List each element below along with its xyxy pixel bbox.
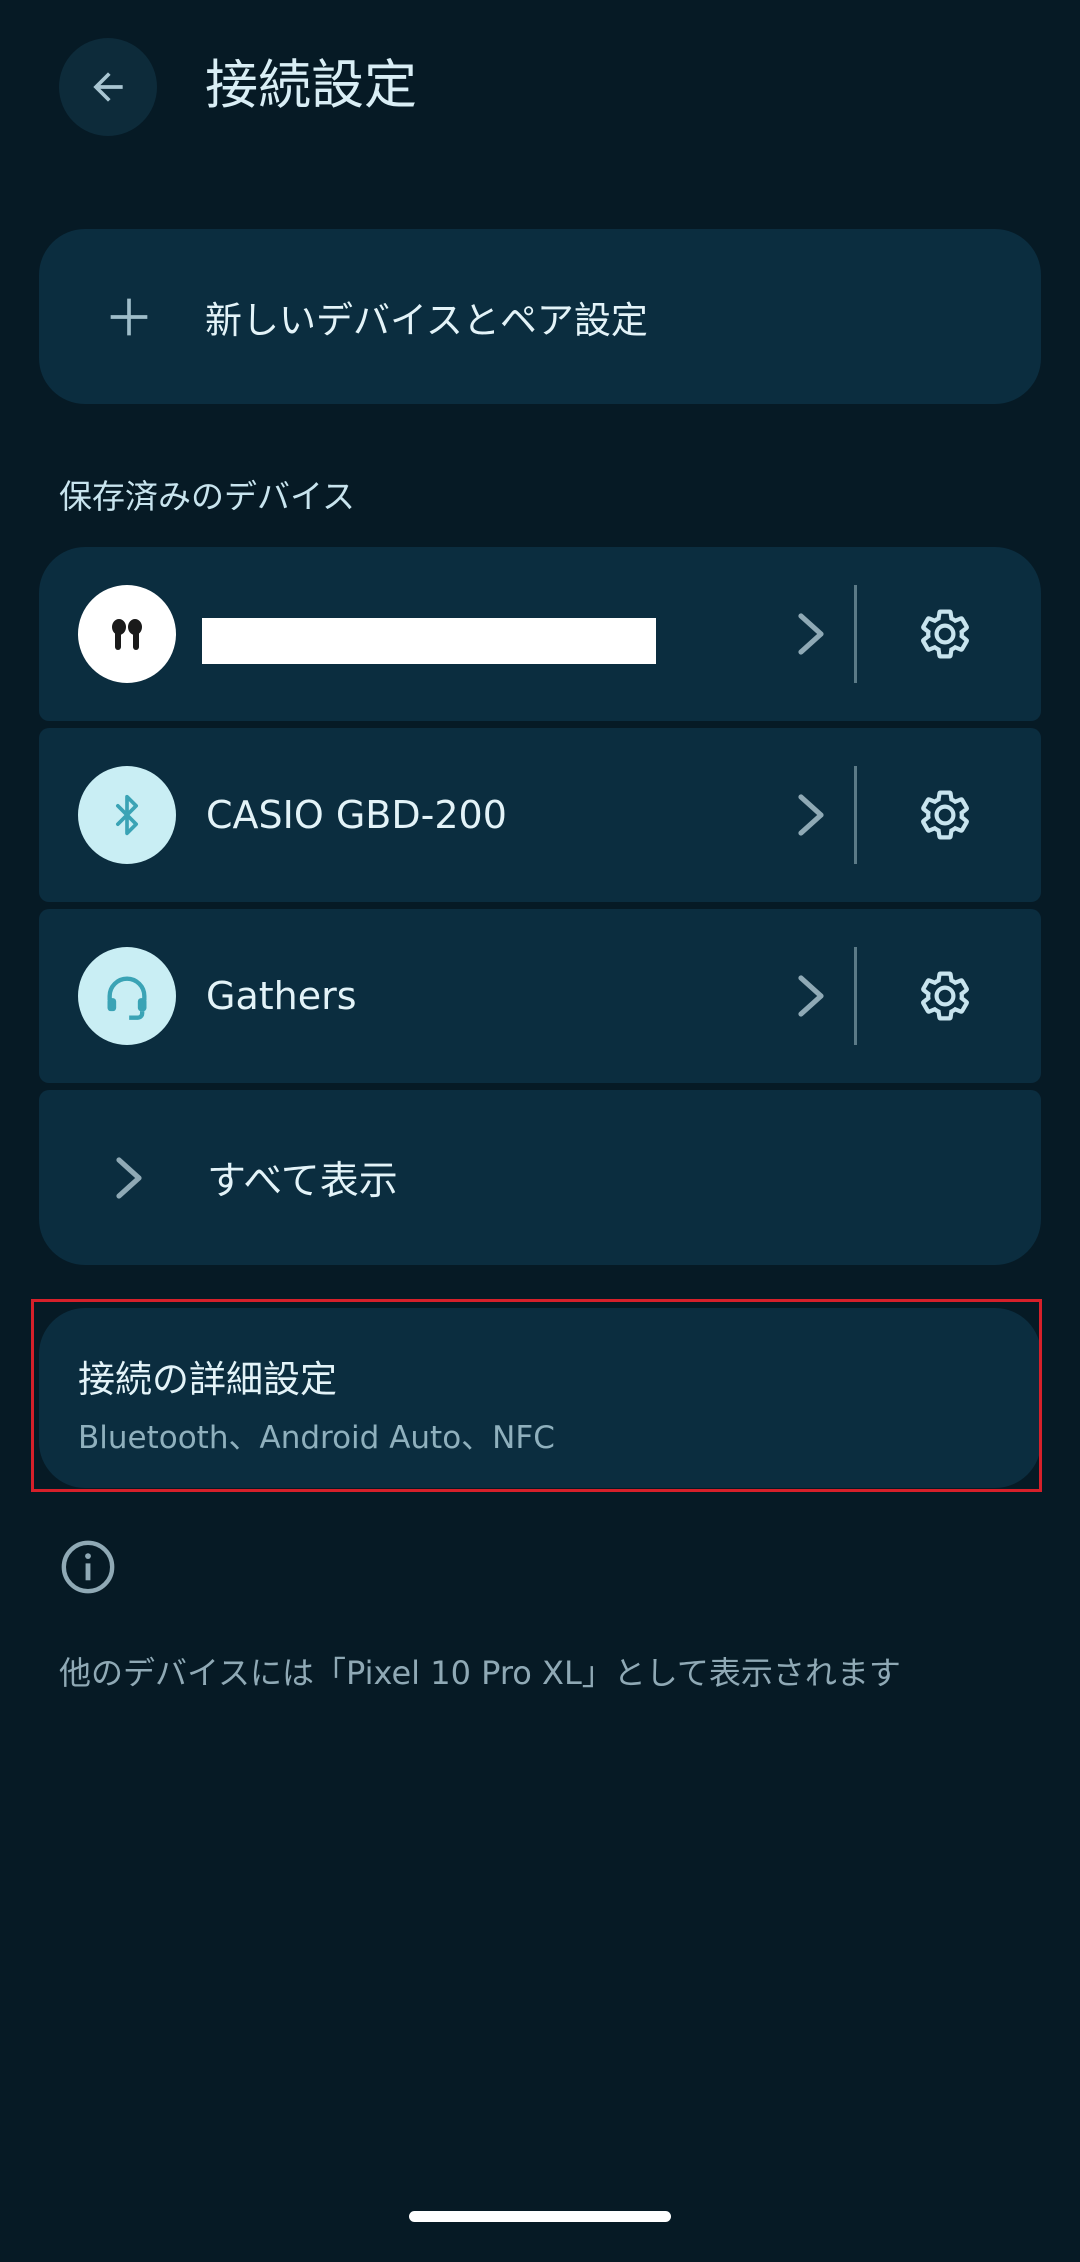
device-avatar xyxy=(78,766,176,864)
chevron-right-icon xyxy=(116,1156,142,1199)
pair-new-device-button[interactable]: 新しいデバイスとペア設定 xyxy=(39,229,1041,404)
device-item-3[interactable]: Gathers xyxy=(39,909,1041,1083)
device-name: CASIO GBD-200 xyxy=(206,793,507,837)
device-avatar xyxy=(78,947,176,1045)
info-icon xyxy=(61,1540,115,1594)
saved-devices-header: 保存済みのデバイス xyxy=(59,477,356,516)
see-all-devices-button[interactable]: すべて表示 xyxy=(39,1090,1041,1265)
device-item-1[interactable] xyxy=(39,547,1041,721)
back-button[interactable] xyxy=(59,38,157,136)
device-item-2[interactable]: CASIO GBD-200 xyxy=(39,728,1041,902)
gesture-nav-handle[interactable] xyxy=(409,2211,671,2222)
divider xyxy=(854,766,857,864)
earbuds-icon xyxy=(112,619,142,650)
gear-icon[interactable] xyxy=(917,787,973,843)
arrow-back-icon xyxy=(93,72,123,102)
device-name: Gathers xyxy=(206,974,357,1018)
device-visible-name-text: 他のデバイスには「Pixel 10 Pro XL」として表示されます xyxy=(59,1654,901,1692)
chevron-right-icon xyxy=(798,975,824,1017)
connection-preferences-subtitle: Bluetooth、Android Auto、NFC xyxy=(78,1420,555,1456)
gear-icon[interactable] xyxy=(917,606,973,662)
connected-devices-screen: 接続設定 新しいデバイスとペア設定 保存済みのデバイス CASIO GBD-20… xyxy=(0,0,1080,2262)
plus-icon xyxy=(110,298,148,335)
page-title: 接続設定 xyxy=(205,55,417,116)
divider xyxy=(854,585,857,683)
headset-icon xyxy=(107,976,147,1020)
connection-preferences-item[interactable]: 接続の詳細設定 Bluetooth、Android Auto、NFC xyxy=(39,1308,1041,1488)
device-name-redacted xyxy=(202,618,656,664)
connection-preferences-title: 接続の詳細設定 xyxy=(78,1358,337,1401)
pair-new-device-label: 新しいデバイスとペア設定 xyxy=(205,298,648,342)
chevron-right-icon xyxy=(798,613,824,655)
see-all-label: すべて表示 xyxy=(207,1158,398,1204)
divider xyxy=(854,947,857,1045)
bluetooth-icon xyxy=(116,794,138,836)
device-avatar xyxy=(78,585,176,683)
gear-icon[interactable] xyxy=(917,968,973,1024)
chevron-right-icon xyxy=(798,794,824,836)
